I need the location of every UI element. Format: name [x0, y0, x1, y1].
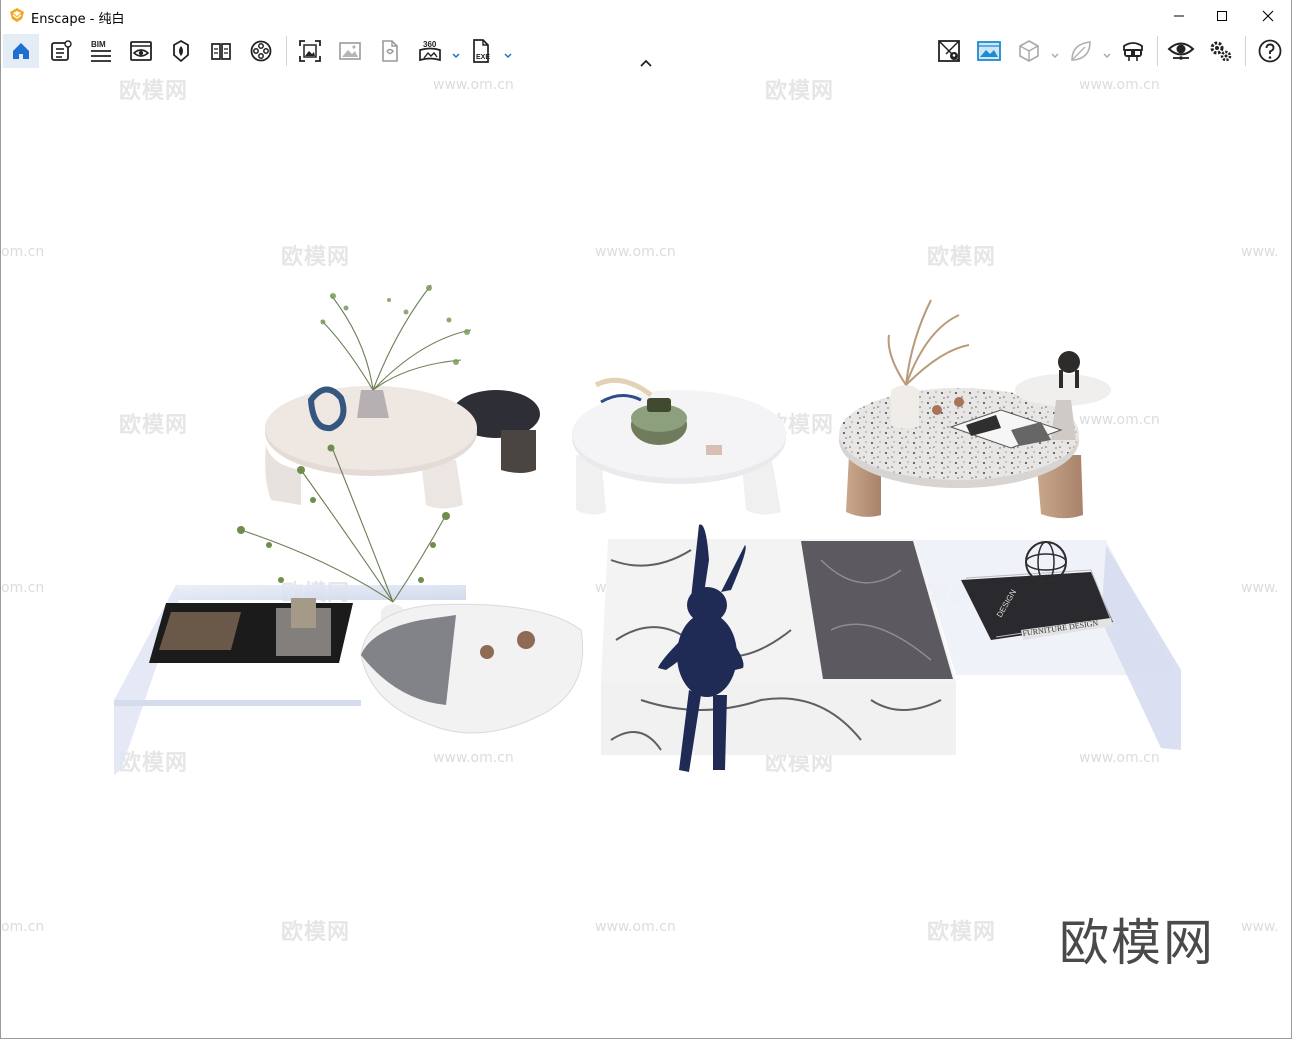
svg-text:EXE: EXE — [476, 54, 490, 61]
toolbar-separator — [286, 36, 287, 66]
view-management-button[interactable] — [123, 34, 159, 68]
visual-settings-button[interactable] — [1163, 34, 1199, 68]
collapse-toolbar-chevron-icon[interactable] — [638, 58, 654, 68]
bim-button[interactable]: BIM — [83, 34, 119, 68]
enscape-logo-icon — [10, 8, 24, 22]
film-reel-icon — [250, 40, 272, 62]
general-settings-button[interactable] — [1203, 34, 1239, 68]
close-button[interactable] — [1245, 0, 1291, 31]
decorative-branch-plant — [320, 284, 472, 391]
brand-watermark: 欧模网 — [1059, 914, 1215, 972]
panorama-dropdown-chevron-icon[interactable] — [451, 51, 461, 61]
toolbar-separator — [1245, 36, 1246, 66]
home-icon — [13, 43, 29, 59]
eye-icon — [1167, 42, 1195, 60]
exe-export-icon: EXE — [473, 39, 490, 63]
close-icon — [1262, 10, 1274, 21]
asset-library-icon — [51, 40, 72, 61]
site-context-button[interactable] — [931, 34, 967, 68]
cube-icon — [1019, 40, 1039, 62]
bim-icon: BIM — [91, 40, 111, 62]
marble-block-coffee-table — [601, 539, 956, 755]
background-image-icon — [977, 41, 1001, 61]
maximize-icon — [1217, 10, 1227, 21]
atmosphere-button[interactable] — [163, 34, 199, 68]
asset-library-button[interactable] — [43, 34, 79, 68]
info-button[interactable] — [203, 34, 239, 68]
pampas-grass-decor — [887, 299, 970, 386]
file-export-icon — [382, 40, 398, 62]
vr-headset-button[interactable] — [1115, 34, 1151, 68]
maximize-button[interactable] — [1199, 0, 1245, 31]
map-icon — [938, 40, 960, 62]
panorama-button[interactable]: 360 — [412, 34, 448, 68]
exe-dropdown-chevron-icon[interactable] — [503, 51, 513, 61]
image-icon — [339, 42, 361, 60]
leaf-icon — [1071, 41, 1091, 61]
cube-dropdown-chevron-icon[interactable] — [1050, 51, 1060, 61]
settings-icon — [1210, 41, 1232, 62]
render-viewport[interactable]: 欧模网 www.om.cn 欧模网 www.om.cn om.cn 欧模网 ww… — [1, 71, 1291, 1038]
batch-render-button[interactable] — [332, 34, 368, 68]
window-title: Enscape - 纯白 — [31, 12, 125, 27]
sun-icon — [173, 39, 189, 63]
stone-side-table — [360, 603, 584, 734]
screenshot-icon — [299, 40, 321, 62]
background-image-button[interactable] — [971, 34, 1007, 68]
coffee-table-white-round — [572, 377, 786, 515]
help-button[interactable] — [1252, 34, 1288, 68]
vegetation-button[interactable] — [1063, 34, 1099, 68]
toolbar-separator — [1157, 36, 1158, 66]
export-file-button[interactable] — [372, 34, 408, 68]
leaf-dropdown-chevron-icon[interactable] — [1102, 51, 1112, 61]
view-management-icon — [130, 41, 152, 61]
app-window: Enscape - 纯白 BIM 360 EXE 欧模网 www.om.cn 欧… — [0, 0, 1292, 1039]
vr-headset-icon — [1123, 42, 1143, 61]
furniture-render-scene: FURNITURE DESIGN DESIGN — [114, 284, 1181, 775]
minimize-icon — [1174, 15, 1184, 16]
title-bar: Enscape - 纯白 — [1, 0, 1291, 31]
svg-text:BIM: BIM — [91, 40, 106, 49]
minimize-button[interactable] — [1156, 0, 1202, 31]
panorama-360-icon: 360 — [419, 40, 441, 62]
object-mode-button[interactable] — [1011, 34, 1047, 68]
screenshot-button[interactable] — [292, 34, 328, 68]
video-editor-button[interactable] — [243, 34, 279, 68]
home-button[interactable] — [3, 34, 39, 68]
coffee-table-terrazzo — [839, 351, 1111, 519]
help-icon — [1258, 39, 1282, 63]
coffee-table-set-white-dark — [265, 386, 540, 509]
exe-export-button[interactable]: EXE — [464, 34, 500, 68]
book-icon — [211, 43, 231, 60]
